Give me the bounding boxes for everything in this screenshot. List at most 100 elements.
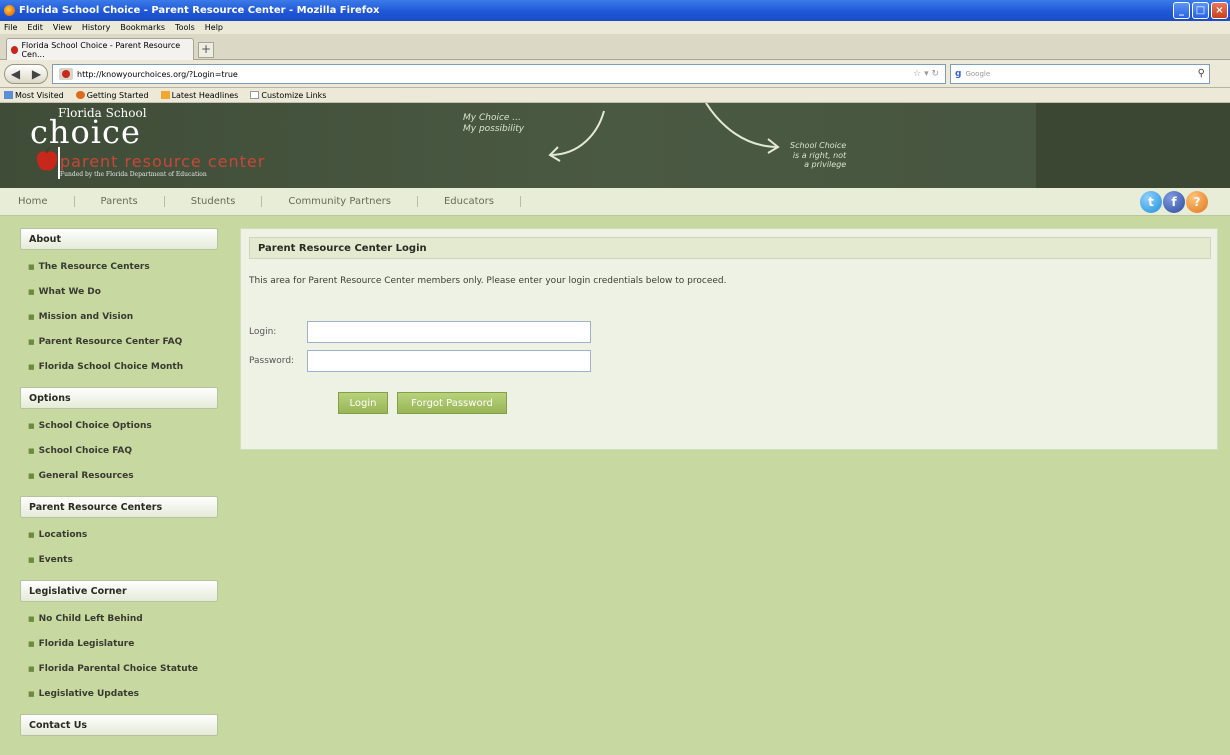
menu-help[interactable]: Help: [205, 23, 223, 32]
nav-students[interactable]: Students: [165, 196, 263, 207]
bullet-icon: ■: [28, 689, 35, 698]
sidebar-heading-legislative-corner[interactable]: Legislative Corner: [20, 580, 218, 602]
bullet-icon: ■: [28, 337, 35, 346]
bullet-icon: ■: [28, 530, 35, 539]
bookmarks-toolbar: Most Visited Getting Started Latest Head…: [0, 88, 1230, 103]
password-input[interactable]: [307, 350, 591, 372]
favicon-icon: [11, 45, 19, 54]
login-input[interactable]: [307, 321, 591, 343]
search-placeholder: Google: [965, 70, 991, 78]
login-label: Login:: [249, 327, 277, 337]
sidebar-item-what-we-do[interactable]: ■ What We Do: [20, 279, 218, 304]
bookmark-customize-links[interactable]: Customize Links: [250, 90, 326, 100]
search-input[interactable]: g Google ⚲: [950, 64, 1210, 84]
sidebar-item-locations[interactable]: ■ Locations: [20, 522, 218, 547]
sidebar-item-florida-legislature[interactable]: ■ Florida Legislature: [20, 631, 218, 656]
bullet-icon: ■: [28, 664, 35, 673]
bullet-icon: ■: [28, 639, 35, 648]
sidebar-item-florida-parental-choice-statute[interactable]: ■ Florida Parental Choice Statute: [20, 656, 218, 681]
sidebar-item-no-child-left-behind[interactable]: ■ No Child Left Behind: [20, 606, 218, 631]
login-panel: Parent Resource Center Login This area f…: [240, 228, 1218, 450]
maximize-button[interactable]: □: [1192, 2, 1209, 19]
menu-tools[interactable]: Tools: [175, 23, 195, 32]
chalk-text-right: School Choice is a right, not a privileg…: [790, 141, 847, 170]
bullet-icon: ■: [28, 362, 35, 371]
site-identity-icon[interactable]: [59, 68, 73, 80]
bullet-icon: ■: [28, 555, 35, 564]
bullet-icon: ■: [28, 262, 35, 271]
logo-funded-by: Funded by the Florida Department of Educ…: [60, 171, 207, 178]
firefox-icon: [4, 5, 15, 16]
sidebar-item-school-choice-options[interactable]: ■ School Choice Options: [20, 413, 218, 438]
sidebar-heading-parent-resource-centers[interactable]: Parent Resource Centers: [20, 496, 218, 518]
banner-end-panel: [1036, 103, 1230, 188]
sidebar-item-florida-school-choice-month[interactable]: ■ Florida School Choice Month: [20, 354, 218, 379]
sidebar-heading-about[interactable]: About: [20, 228, 218, 250]
chalk-arrow-right-icon: [705, 103, 780, 154]
bookmark-star-icon[interactable]: ☆ ▾ ↻: [913, 69, 939, 79]
menu-view[interactable]: View: [53, 23, 72, 32]
sidebar-heading-options[interactable]: Options: [20, 387, 218, 409]
tab-title: Florida School Choice - Parent Resource …: [21, 40, 181, 59]
bullet-icon: ■: [28, 312, 35, 321]
window-titlebar: Florida School Choice - Parent Resource …: [0, 0, 1230, 21]
close-button[interactable]: ×: [1211, 2, 1228, 19]
sidebar-item-legislative-updates[interactable]: ■ Legislative Updates: [20, 681, 218, 706]
nav-parents[interactable]: Parents: [75, 196, 165, 207]
sidebar-item-general-resources[interactable]: ■ General Resources: [20, 463, 218, 488]
firefox-icon: [75, 90, 85, 99]
bullet-icon: ■: [28, 471, 35, 480]
help-icon[interactable]: ?: [1186, 191, 1208, 213]
password-label: Password:: [249, 356, 295, 366]
bullet-icon: ■: [28, 446, 35, 455]
login-button[interactable]: Login: [338, 392, 388, 414]
twitter-icon[interactable]: t: [1140, 191, 1162, 213]
login-intro-text: This area for Parent Resource Center mem…: [249, 276, 727, 286]
back-arrow-icon[interactable]: ◀: [11, 67, 20, 81]
web-page: Florida School choice parent resource ce…: [0, 103, 1230, 755]
forgot-password-button[interactable]: Forgot Password: [397, 392, 507, 414]
tab-bar: Florida School Choice - Parent Resource …: [0, 34, 1230, 60]
window-title: Florida School Choice - Parent Resource …: [19, 5, 380, 16]
bookmark-getting-started[interactable]: Getting Started: [75, 90, 149, 100]
chalk-arrow-left-icon: [548, 110, 605, 162]
sidebar-item-parent-resource-center-faq[interactable]: ■ Parent Resource Center FAQ: [20, 329, 218, 354]
back-forward-buttons[interactable]: ◀ ▶: [4, 64, 48, 84]
rss-icon: [160, 90, 170, 99]
menu-bookmarks[interactable]: Bookmarks: [120, 23, 165, 32]
sidebar-item-mission-and-vision[interactable]: ■ Mission and Vision: [20, 304, 218, 329]
nav-educators[interactable]: Educators: [418, 196, 521, 207]
sidebar: About ■ The Resource Centers ■ What We Do …: [20, 228, 218, 736]
tab-florida-school-choice[interactable]: Florida School Choice - Parent Resource …: [6, 38, 194, 60]
folder-icon: [4, 90, 13, 99]
menu-edit[interactable]: Edit: [27, 23, 43, 32]
sidebar-item-school-choice-faq[interactable]: ■ School Choice FAQ: [20, 438, 218, 463]
nav-home[interactable]: Home: [18, 196, 75, 207]
apple-icon: [36, 147, 58, 171]
search-icon[interactable]: ⚲: [1198, 68, 1205, 79]
bullet-icon: ■: [28, 614, 35, 623]
sidebar-item-events[interactable]: ■ Events: [20, 547, 218, 572]
bullet-icon: ■: [28, 287, 35, 296]
page-icon: [250, 90, 260, 99]
site-banner: Florida School choice parent resource ce…: [0, 103, 1230, 188]
new-tab-button[interactable]: +: [198, 42, 214, 58]
address-bar[interactable]: http://knowyourchoices.org/?Login=true ☆…: [52, 64, 946, 84]
sidebar-heading-contact-us[interactable]: Contact Us: [20, 714, 218, 736]
logo-choice[interactable]: choice: [30, 113, 141, 151]
google-icon: g: [955, 69, 962, 79]
bookmark-latest-headlines[interactable]: Latest Headlines: [160, 90, 238, 100]
menu-history[interactable]: History: [82, 23, 110, 32]
forward-arrow-icon[interactable]: ▶: [32, 67, 41, 81]
chalk-text-left: My Choice ... My possibility: [463, 113, 525, 134]
nav-community-partners[interactable]: Community Partners: [262, 196, 418, 207]
logo-parent-resource-center: parent resource center: [60, 152, 266, 171]
menu-file[interactable]: File: [4, 23, 17, 32]
sidebar-item-the-resource-centers[interactable]: ■ The Resource Centers: [20, 254, 218, 279]
main-navigation: Home Parents Students Community Partners…: [0, 188, 1230, 216]
facebook-icon[interactable]: f: [1163, 191, 1185, 213]
bullet-icon: ■: [28, 421, 35, 430]
bookmark-most-visited[interactable]: Most Visited: [4, 90, 64, 100]
minimize-button[interactable]: _: [1173, 2, 1190, 19]
menu-bar: File Edit View History Bookmarks Tools H…: [0, 21, 1230, 34]
